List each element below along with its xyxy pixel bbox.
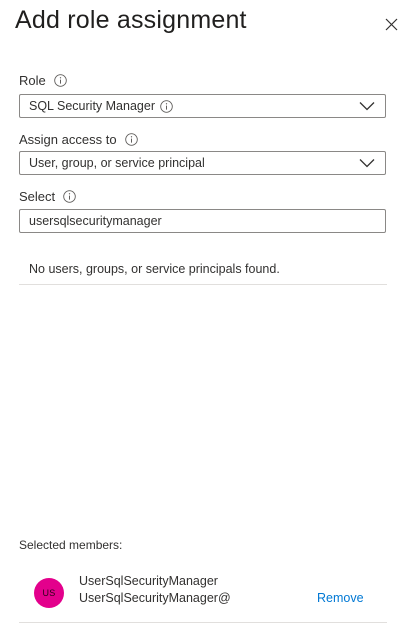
results-divider (19, 284, 387, 285)
no-results-message: No users, groups, or service principals … (29, 262, 280, 276)
assign-access-selected-value: User, group, or service principal (29, 156, 205, 170)
role-dropdown[interactable]: SQL Security Manager (19, 94, 386, 118)
role-label: Role (19, 73, 46, 88)
member-upn: UserSqlSecurityManager@ (79, 591, 231, 605)
select-label-row: Select (19, 189, 76, 204)
info-icon[interactable] (63, 190, 76, 203)
assign-access-label: Assign access to (19, 132, 117, 147)
assign-access-label-row: Assign access to (19, 132, 138, 147)
selected-members-label: Selected members: (19, 538, 123, 552)
chevron-down-icon (359, 101, 375, 111)
selected-member-item: US UserSqlSecurityManager UserSqlSecurit… (19, 568, 387, 614)
chevron-down-icon (359, 158, 375, 168)
select-label: Select (19, 189, 56, 204)
close-button[interactable] (378, 11, 404, 37)
role-label-row: Role (19, 73, 67, 88)
avatar: US (34, 578, 64, 608)
info-icon[interactable] (160, 99, 173, 113)
select-search-input[interactable] (19, 209, 386, 233)
assign-access-dropdown[interactable]: User, group, or service principal (19, 151, 386, 175)
info-icon[interactable] (124, 133, 138, 146)
members-divider (19, 622, 387, 623)
page-title: Add role assignment (15, 6, 247, 34)
close-icon (385, 18, 398, 31)
member-display-name: UserSqlSecurityManager (79, 574, 218, 588)
add-role-assignment-panel: Add role assignment Role SQL Security Ma… (0, 0, 408, 632)
role-selected-value: SQL Security Manager (29, 99, 155, 113)
remove-member-link[interactable]: Remove (317, 591, 364, 605)
info-icon[interactable] (53, 74, 67, 87)
